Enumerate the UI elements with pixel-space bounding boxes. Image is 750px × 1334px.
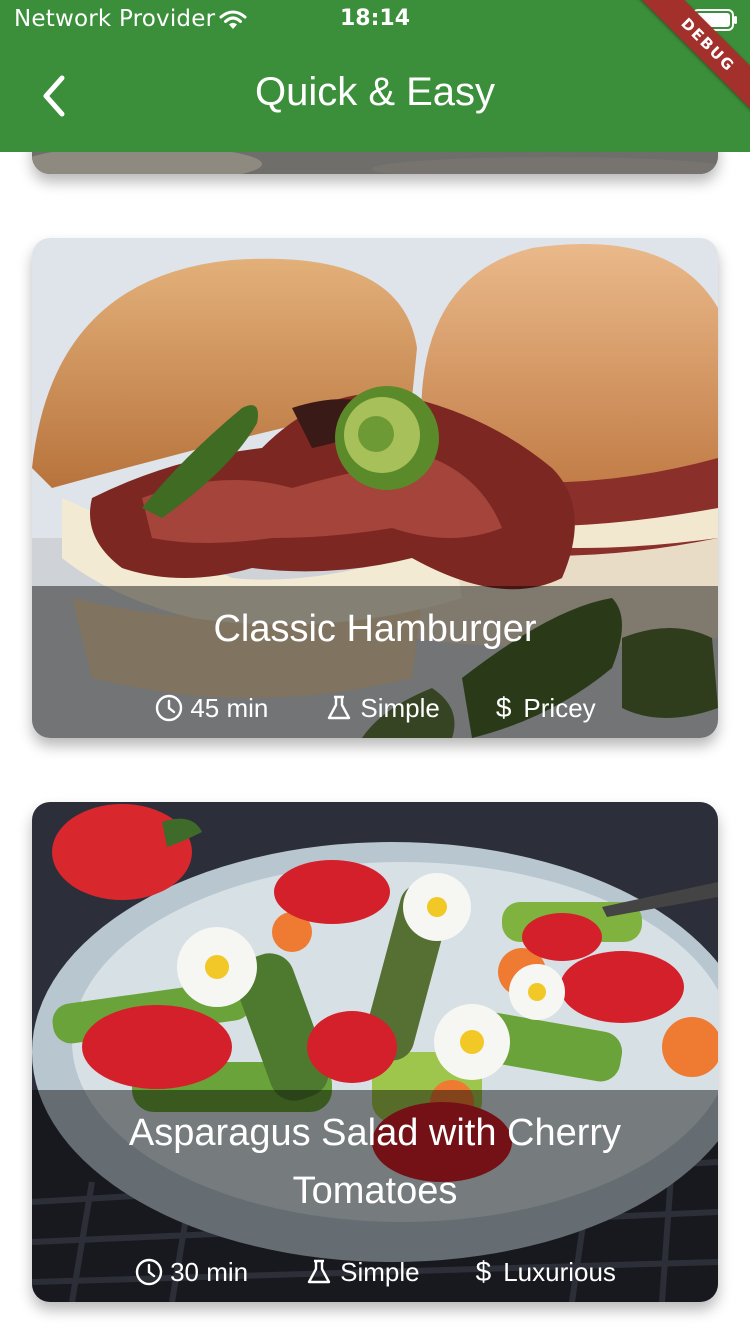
dollar-icon: $ xyxy=(475,1256,492,1287)
affordability-info: $ Luxurious xyxy=(476,1256,616,1288)
app-bar: Quick & Easy xyxy=(0,42,750,152)
duration-label: 30 min xyxy=(170,1256,249,1287)
meal-info-overlay: Asparagus Salad with Cherry Tomatoes 30 … xyxy=(32,1090,718,1302)
complexity-label: Simple xyxy=(340,1256,420,1287)
duration-info: 30 min xyxy=(134,1257,248,1288)
status-bar: Network Provider 18:14 xyxy=(0,0,750,42)
status-time: 18:14 xyxy=(339,6,411,31)
meal-card[interactable]: Asparagus Salad with Cherry Tomatoes 30 … xyxy=(32,802,718,1302)
clock-icon xyxy=(134,1257,164,1287)
duration-info: 45 min xyxy=(154,693,268,724)
meal-info-overlay: Classic Hamburger 45 min Simple $ Pricey xyxy=(32,586,718,738)
affordability-label: Pricey xyxy=(523,692,596,723)
dollar-icon: $ xyxy=(495,692,512,723)
affordability-label: Luxurious xyxy=(503,1256,616,1287)
affordability-info: $ Pricey xyxy=(496,692,596,724)
meal-meta-row: 30 min Simple $ Luxurious xyxy=(32,1256,718,1288)
clock-icon xyxy=(154,693,184,723)
meal-card[interactable]: Classic Hamburger 45 min Simple $ Pricey xyxy=(32,238,718,738)
duration-label: 45 min xyxy=(190,692,269,723)
meals-list[interactable]: Classic Hamburger 45 min Simple $ Pricey… xyxy=(0,0,750,1334)
complexity-info: Simple xyxy=(324,692,440,724)
app-header: Network Provider 18:14 DEBUG Quick & Eas… xyxy=(0,0,750,152)
page-title: Quick & Easy xyxy=(254,70,496,114)
flask-icon xyxy=(324,693,354,723)
meal-title: Classic Hamburger xyxy=(213,608,537,650)
meal-title: Asparagus Salad with Cherry Tomatoes xyxy=(128,1112,622,1212)
complexity-info: Simple xyxy=(304,1256,420,1288)
meal-meta-row: 45 min Simple $ Pricey xyxy=(32,692,718,724)
flask-icon xyxy=(304,1257,334,1287)
complexity-label: Simple xyxy=(360,692,440,723)
